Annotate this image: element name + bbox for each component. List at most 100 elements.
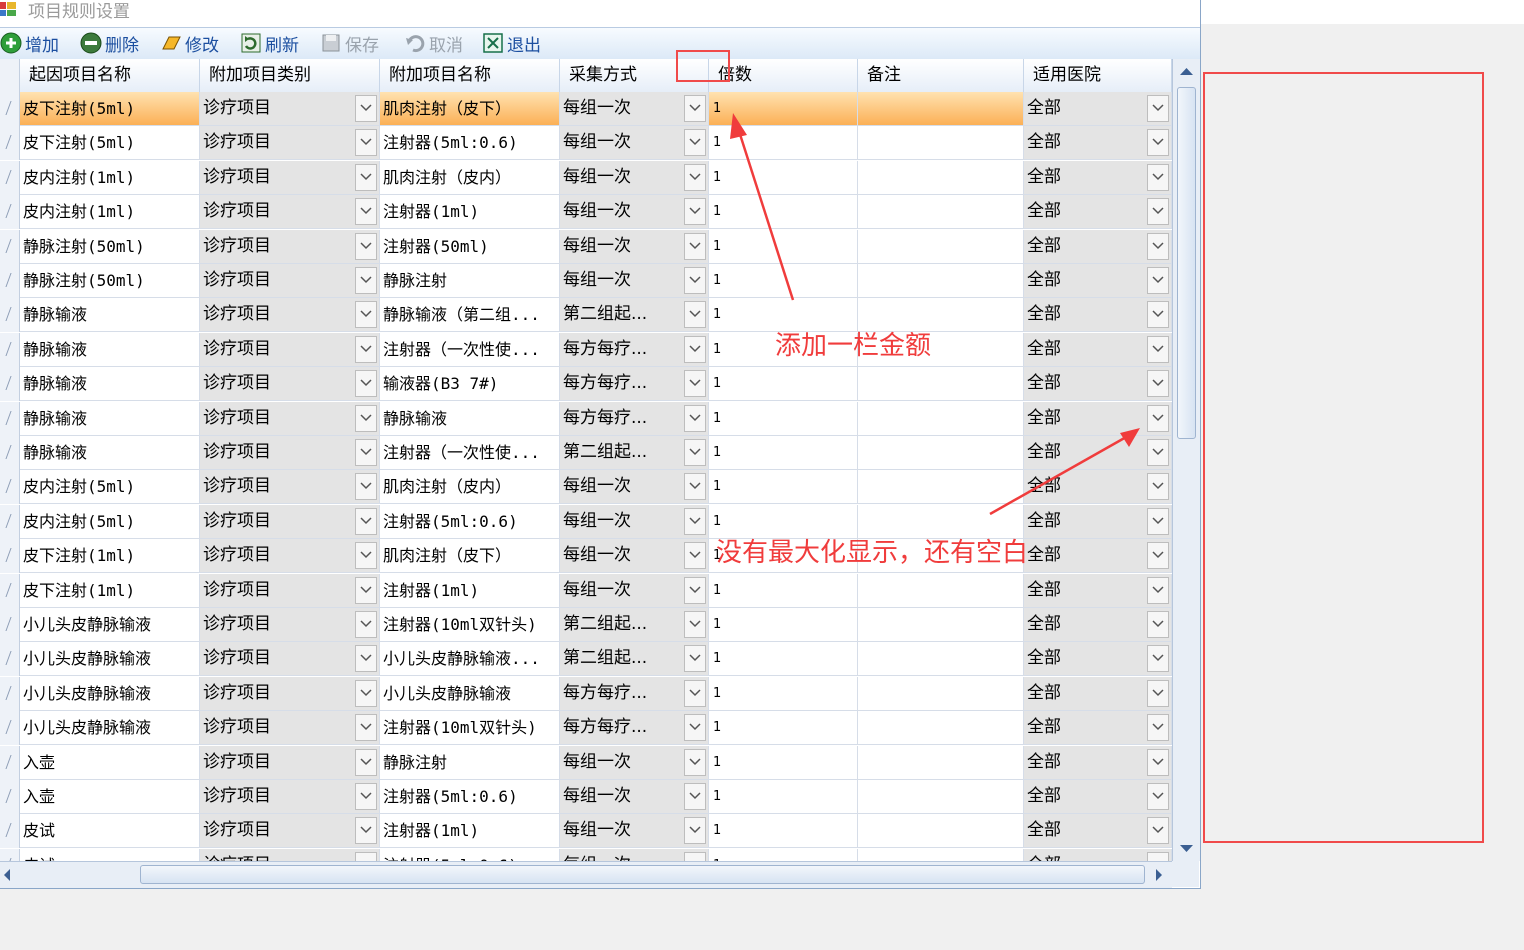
- cell-collect-method[interactable]: 每方每疗...: [560, 711, 709, 745]
- dropdown-button[interactable]: [355, 507, 377, 535]
- cell-extra-item[interactable]: 注射器（一次性使...: [380, 332, 560, 366]
- cell-hospital[interactable]: 全部: [1024, 332, 1172, 366]
- cell-collect-method[interactable]: 每组一次: [560, 745, 709, 779]
- toolbar-button-4[interactable]: 保存: [320, 31, 379, 56]
- cell-hospital[interactable]: 全部: [1024, 814, 1172, 848]
- cell-multiple[interactable]: 1: [709, 608, 858, 641]
- cell-source-item[interactable]: 皮内注射(5ml): [20, 470, 200, 504]
- dropdown-button[interactable]: [684, 163, 706, 191]
- cell-hospital[interactable]: 全部: [1024, 573, 1172, 607]
- dropdown-button[interactable]: [355, 198, 377, 226]
- cell-hospital[interactable]: 全部: [1024, 470, 1172, 504]
- cell-collect-method[interactable]: 第二组起...: [560, 642, 709, 676]
- dropdown-button[interactable]: [355, 851, 377, 861]
- cell-source-item[interactable]: 皮内注射(5ml): [20, 504, 200, 538]
- dropdown-button[interactable]: [684, 507, 706, 535]
- cell-collect-method[interactable]: 每方每疗...: [560, 332, 709, 366]
- cell-source-item[interactable]: 皮内注射(1ml): [20, 195, 200, 229]
- cell-extra-item[interactable]: 小儿头皮静脉输液...: [380, 642, 560, 676]
- row-header[interactable]: [0, 436, 20, 470]
- cell-remark[interactable]: [858, 780, 1024, 813]
- cell-hospital[interactable]: 全部: [1024, 642, 1172, 676]
- table-row[interactable]: 小儿头皮静脉输液 诊疗项目 注射器(10ml双针头) 每方每疗... 1 全部: [0, 711, 1172, 746]
- cell-collect-method[interactable]: 每组一次: [560, 504, 709, 538]
- cell-extra-item[interactable]: 肌肉注射（皮内）: [380, 470, 560, 504]
- dropdown-button[interactable]: [355, 370, 377, 398]
- column-header-0[interactable]: 起因项目名称: [20, 59, 200, 92]
- cell-remark[interactable]: [858, 195, 1024, 229]
- cell-source-item[interactable]: 皮下注射(1ml): [20, 573, 200, 607]
- cell-hospital[interactable]: 全部: [1024, 780, 1172, 813]
- cell-hospital[interactable]: 全部: [1024, 367, 1172, 401]
- cell-hospital[interactable]: 全部: [1024, 126, 1172, 160]
- dropdown-button[interactable]: [684, 748, 706, 776]
- horizontal-scroll-thumb[interactable]: [140, 865, 1145, 884]
- cell-extra-category[interactable]: 诊疗项目: [200, 195, 380, 229]
- cell-extra-category[interactable]: 诊疗项目: [200, 92, 380, 125]
- cell-extra-item[interactable]: 注射器(5ml:0.6): [380, 780, 560, 813]
- cell-extra-item[interactable]: 注射器(1ml): [380, 573, 560, 607]
- cell-multiple[interactable]: 1: [709, 195, 858, 229]
- cell-source-item[interactable]: 皮下注射(5ml): [20, 92, 200, 125]
- dropdown-button[interactable]: [684, 439, 706, 466]
- cell-remark[interactable]: [858, 573, 1024, 607]
- cell-hospital[interactable]: 全部: [1024, 676, 1172, 710]
- dropdown-button[interactable]: [355, 645, 377, 673]
- table-row[interactable]: 皮试 诊疗项目 注射器(1ml) 每组一次 1 全部: [0, 814, 1172, 849]
- row-header[interactable]: [0, 264, 20, 298]
- cell-extra-category[interactable]: 诊疗项目: [200, 814, 380, 848]
- cell-multiple[interactable]: 1: [709, 401, 858, 435]
- cell-hospital[interactable]: 全部: [1024, 195, 1172, 229]
- cell-source-item[interactable]: 皮试: [20, 848, 200, 861]
- cell-remark[interactable]: [858, 745, 1024, 779]
- cell-source-item[interactable]: 小儿头皮静脉输液: [20, 676, 200, 710]
- cell-extra-category[interactable]: 诊疗项目: [200, 160, 380, 194]
- column-header-5[interactable]: 备注: [858, 59, 1024, 92]
- toolbar-button-3[interactable]: 刷新: [240, 31, 299, 56]
- cell-extra-item[interactable]: 肌肉注射（皮下）: [380, 92, 560, 125]
- cell-remark[interactable]: [858, 126, 1024, 160]
- cell-extra-item[interactable]: 输液器(B3 7#): [380, 367, 560, 401]
- dropdown-button[interactable]: [684, 335, 706, 363]
- cell-source-item[interactable]: 皮下注射(1ml): [20, 539, 200, 573]
- column-header-6[interactable]: 适用医院: [1024, 59, 1172, 92]
- cell-extra-category[interactable]: 诊疗项目: [200, 539, 380, 573]
- cell-remark[interactable]: [858, 642, 1024, 676]
- cell-extra-item[interactable]: 注射器(50ml): [380, 229, 560, 263]
- dropdown-button[interactable]: [1147, 439, 1169, 466]
- table-row[interactable]: 静脉输液 诊疗项目 注射器（一次性使... 每方每疗... 1 全部: [0, 332, 1172, 367]
- cell-source-item[interactable]: 静脉输液: [20, 332, 200, 366]
- cell-source-item[interactable]: 静脉输液: [20, 401, 200, 435]
- row-header[interactable]: [0, 848, 20, 861]
- cell-extra-item[interactable]: 注射器(1ml): [380, 195, 560, 229]
- cell-source-item[interactable]: 小儿头皮静脉输液: [20, 711, 200, 745]
- cell-remark[interactable]: [858, 470, 1024, 504]
- cell-multiple[interactable]: 1: [709, 848, 858, 861]
- row-header[interactable]: [0, 676, 20, 711]
- dropdown-button[interactable]: [355, 163, 377, 191]
- cell-hospital[interactable]: 全部: [1024, 229, 1172, 263]
- cell-multiple[interactable]: 1: [709, 470, 858, 504]
- cell-collect-method[interactable]: 每组一次: [560, 195, 709, 229]
- cell-remark[interactable]: [858, 711, 1024, 745]
- cell-hospital[interactable]: 全部: [1024, 504, 1172, 538]
- dropdown-button[interactable]: [684, 851, 706, 861]
- cell-extra-category[interactable]: 诊疗项目: [200, 711, 380, 745]
- cell-source-item[interactable]: 小儿头皮静脉输液: [20, 642, 200, 676]
- row-header[interactable]: [0, 814, 20, 849]
- cell-extra-item[interactable]: 注射器(10ml双针头): [380, 711, 560, 745]
- row-header[interactable]: [0, 573, 20, 608]
- table-row[interactable]: 静脉注射(50ml) 诊疗项目 注射器(50ml) 每组一次 1 全部: [0, 229, 1172, 264]
- dropdown-button[interactable]: [684, 129, 706, 157]
- dropdown-button[interactable]: [1147, 679, 1169, 707]
- dropdown-button[interactable]: [1147, 542, 1169, 570]
- dropdown-button[interactable]: [355, 542, 377, 570]
- table-row[interactable]: 皮下注射(1ml) 诊疗项目 注射器(1ml) 每组一次 1 全部: [0, 573, 1172, 608]
- dropdown-button[interactable]: [355, 473, 377, 501]
- cell-extra-item[interactable]: 肌肉注射（皮下）: [380, 539, 560, 573]
- dropdown-button[interactable]: [1147, 232, 1169, 260]
- cell-extra-item[interactable]: 静脉注射: [380, 745, 560, 779]
- cell-extra-category[interactable]: 诊疗项目: [200, 608, 380, 641]
- cell-hospital[interactable]: 全部: [1024, 436, 1172, 469]
- cell-extra-item[interactable]: 注射器（一次性使...: [380, 436, 560, 469]
